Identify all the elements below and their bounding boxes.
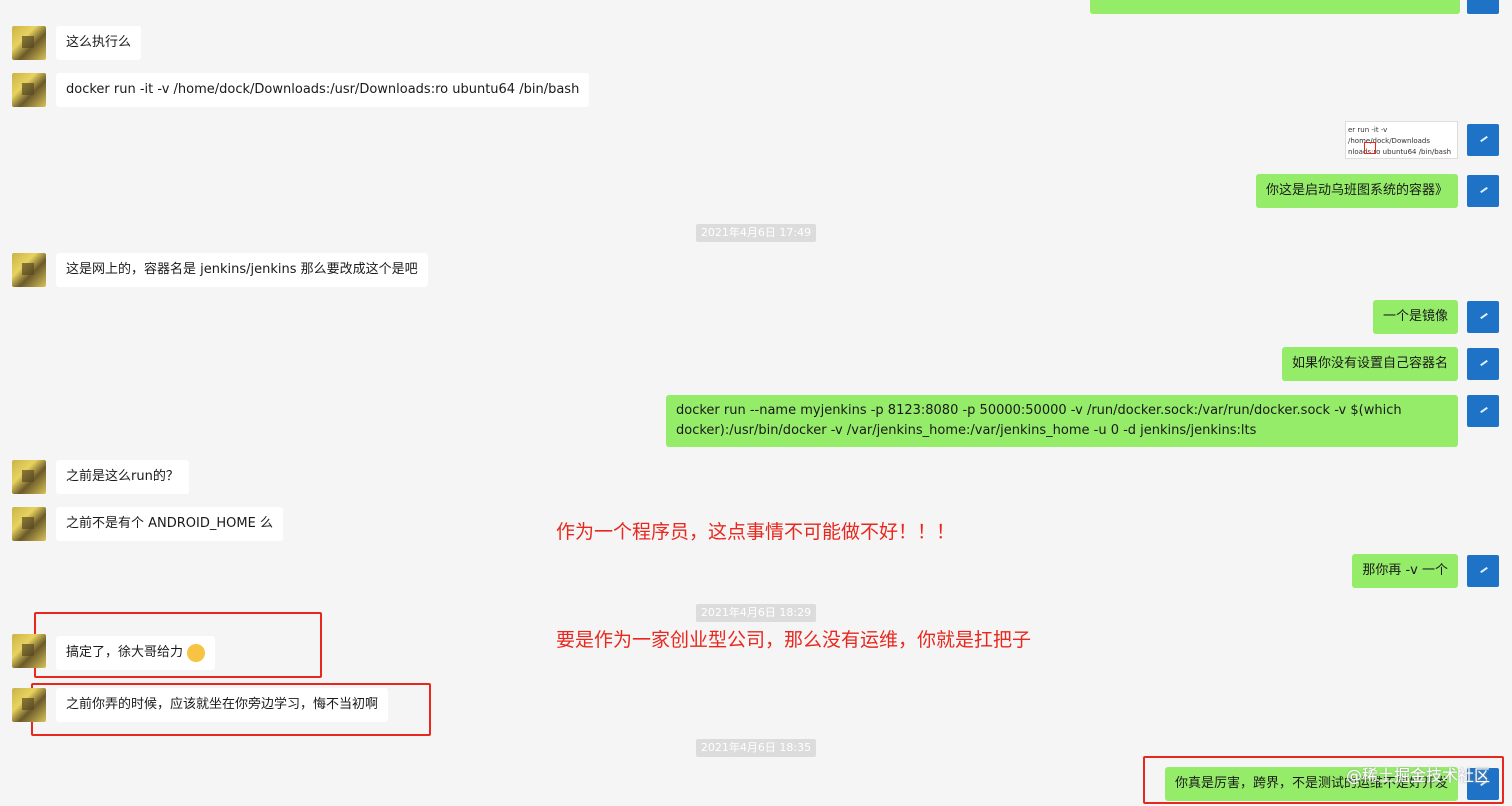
received-message[interactable]: 搞定了，徐大哥给力 <box>56 636 216 670</box>
thumb-highlight-box <box>1364 142 1376 154</box>
self-avatar[interactable] <box>1467 555 1499 587</box>
received-message[interactable]: 之前你弄的时候，应该就坐在你旁边学习，悔不当初啊 <box>56 688 389 722</box>
red-annotation-text: 要是作为一家创业型公司，那么没有运维，你就是扛把子 <box>556 629 1032 651</box>
self-avatar[interactable] <box>1467 348 1499 380</box>
received-message[interactable]: 之前是这么run的？ <box>56 460 189 494</box>
sent-message[interactable]: 你这是启动乌班图系统的容器》 <box>1255 174 1458 208</box>
self-avatar[interactable] <box>1467 124 1499 156</box>
timestamp: 2021年4月6日 18:29 <box>696 604 816 622</box>
sent-message[interactable]: 一个是镜像 <box>1372 300 1458 334</box>
timestamp: 2021年4月6日 18:35 <box>696 739 816 757</box>
contact-avatar[interactable] <box>12 253 46 287</box>
self-avatar[interactable] <box>1467 301 1499 333</box>
sent-message[interactable]: docker run --name myjenkins -p 8123:8080… <box>666 395 1458 447</box>
contact-avatar[interactable] <box>12 26 46 60</box>
image-message-thumbnail[interactable]: er run -it -v /home/dock/Downloads nload… <box>1345 121 1458 159</box>
watermark: @稀土掘金技术社区 <box>1345 766 1490 785</box>
received-message[interactable]: 这是网上的，容器名是 jenkins/jenkins 那么要改成这个是吧 <box>56 253 428 287</box>
red-annotation-text: 作为一个程序员，这点事情不可能做不好！！！ <box>556 521 956 543</box>
received-message[interactable]: 之前不是有个 ANDROID_HOME 么 <box>56 507 283 541</box>
self-avatar[interactable] <box>1467 395 1499 427</box>
contact-avatar[interactable] <box>12 73 46 107</box>
contact-avatar[interactable] <box>12 634 46 668</box>
self-avatar[interactable] <box>1467 0 1499 14</box>
partial-sent-bubble <box>1090 0 1460 14</box>
contact-avatar[interactable] <box>12 688 46 722</box>
received-message[interactable]: docker run -it -v /home/dock/Downloads:/… <box>56 73 590 107</box>
received-message[interactable]: 这么执行么 <box>56 26 142 60</box>
sent-message[interactable]: 如果你没有设置自己容器名 <box>1281 347 1458 381</box>
contact-avatar[interactable] <box>12 460 46 494</box>
self-avatar[interactable] <box>1467 175 1499 207</box>
timestamp: 2021年4月6日 17:49 <box>696 224 816 242</box>
emoji-icon <box>187 643 206 662</box>
sent-message[interactable]: 那你再 -v 一个 <box>1352 554 1458 588</box>
message-text: 搞定了，徐大哥给力 <box>66 645 184 660</box>
contact-avatar[interactable] <box>12 507 46 541</box>
